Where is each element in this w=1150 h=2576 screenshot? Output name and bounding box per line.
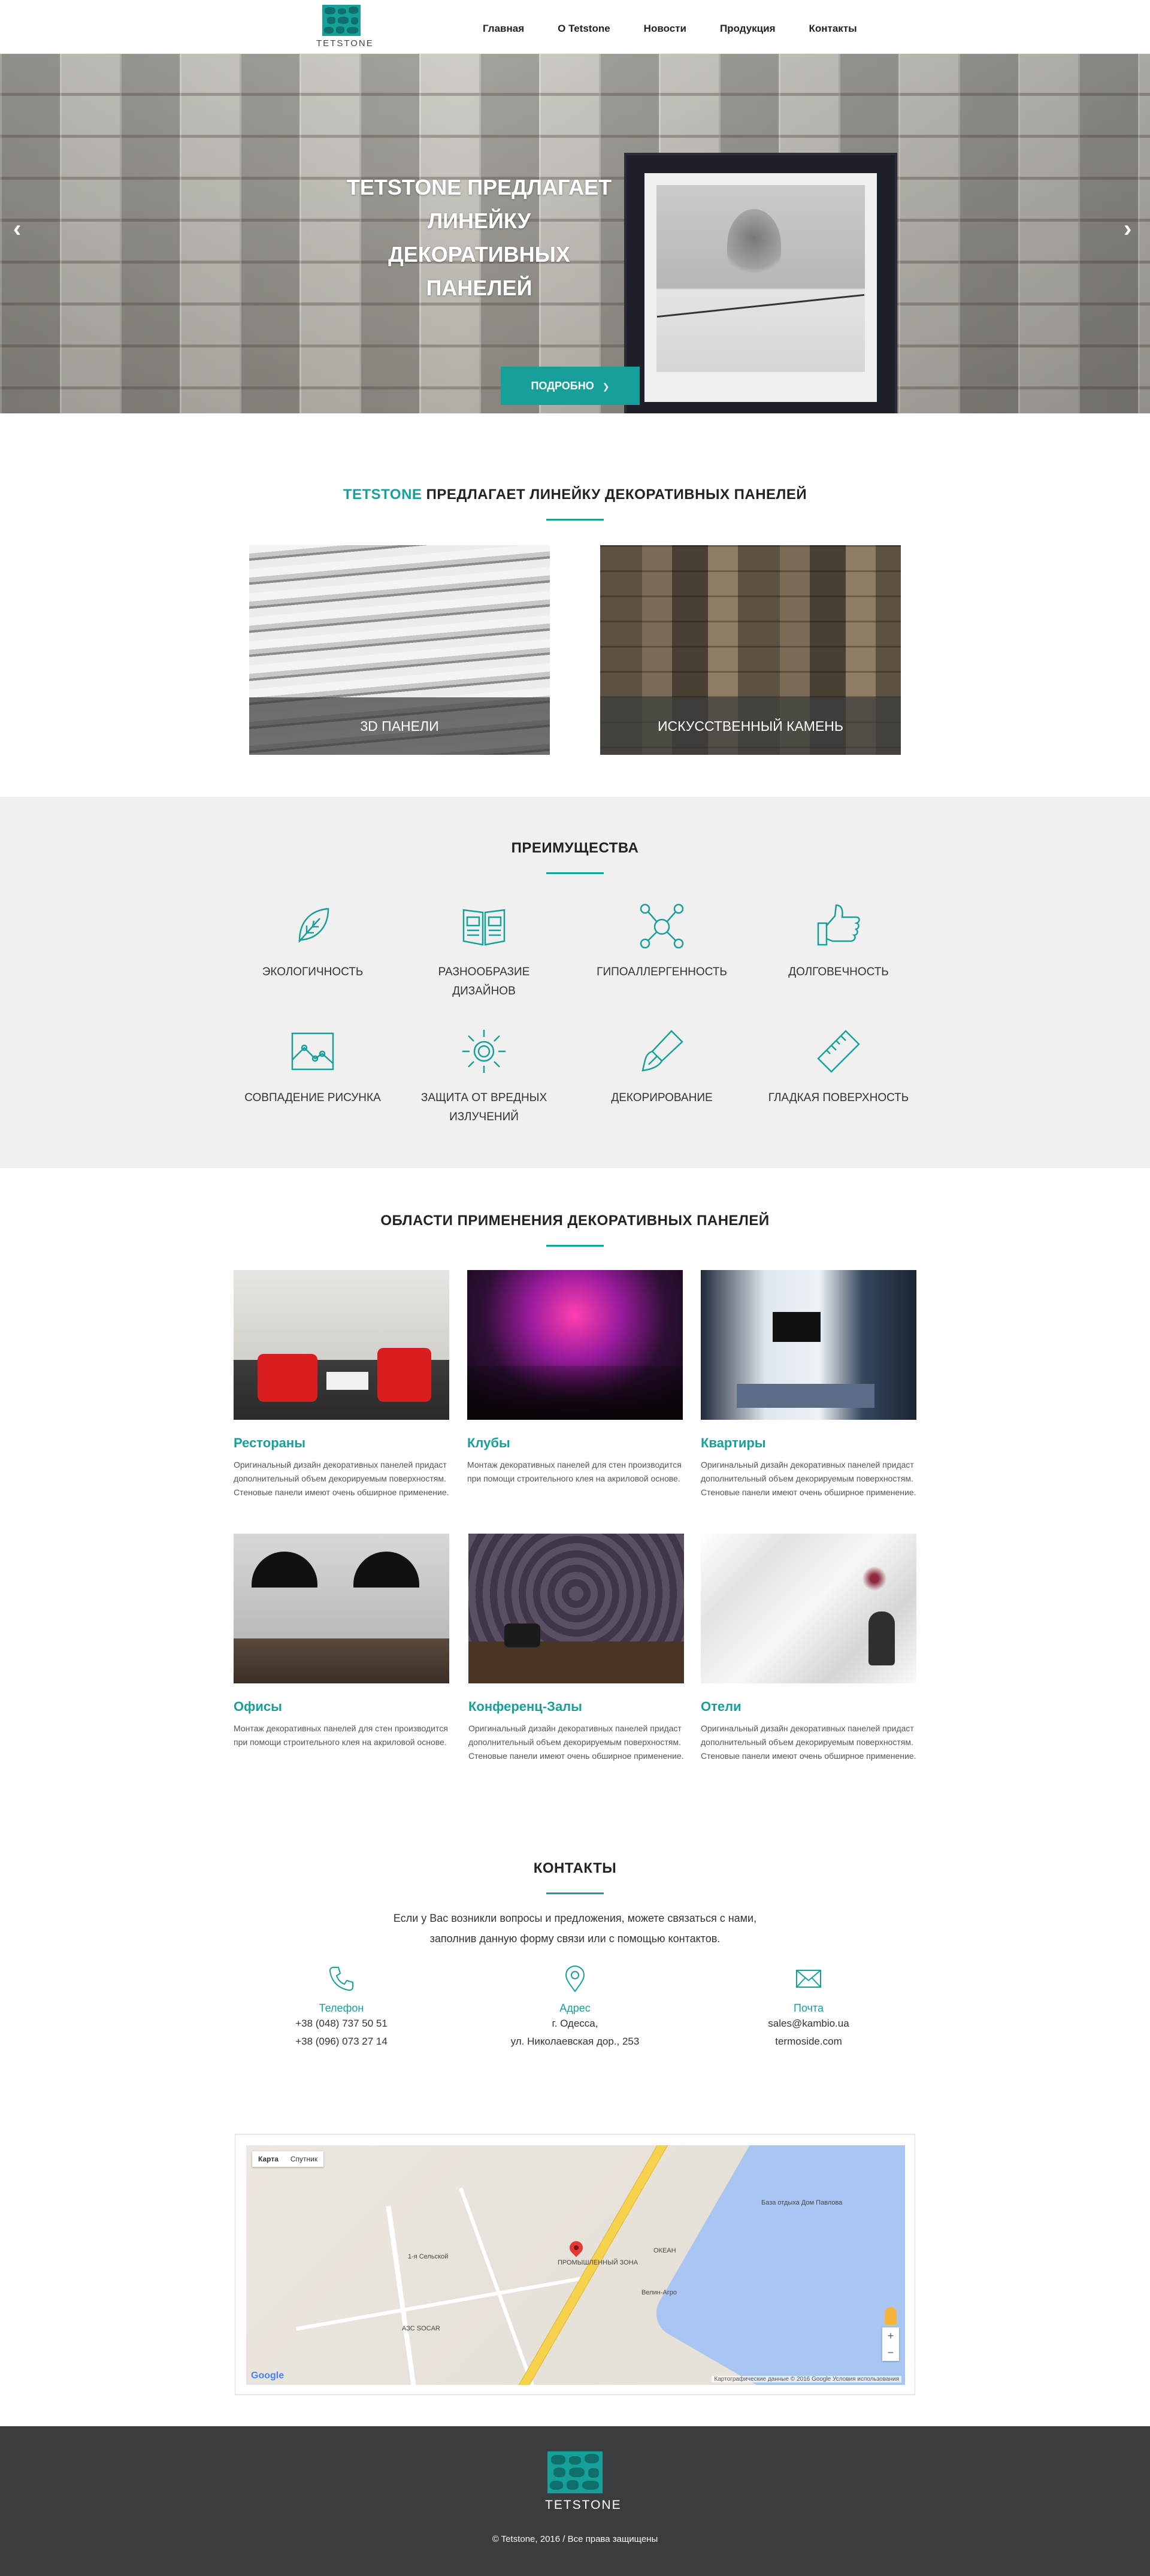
advantage-item: ЗАЩИТА ОТ ВРЕДНЫХ ИЗЛУЧЕНИЙ bbox=[406, 1027, 562, 1127]
website-link[interactable]: termoside.com bbox=[719, 2033, 898, 2051]
nav-item-products[interactable]: Продукция bbox=[720, 23, 776, 35]
application-image bbox=[234, 1270, 449, 1420]
advantages-title-divider bbox=[546, 872, 604, 874]
nav-item-home[interactable]: Главная bbox=[483, 23, 524, 35]
product-card-artificial-stone[interactable]: ИСКУССТВЕННЫЙ КАМЕНЬ bbox=[600, 545, 901, 755]
logo-mark bbox=[547, 2451, 603, 2493]
thumbs-up-icon bbox=[817, 904, 860, 946]
leaf-icon bbox=[298, 908, 329, 944]
advantage-item: ДЕКОРИРОВАНИЕ bbox=[584, 1027, 740, 1108]
slider-prev-icon[interactable]: ‹ bbox=[13, 216, 21, 243]
zoom-in-button[interactable]: + bbox=[882, 2327, 899, 2344]
ruler-icon bbox=[817, 1030, 860, 1073]
map-container: 1-я Сельской АЗС SOCAR ОКЕАН База отдыха… bbox=[235, 2134, 915, 2395]
hero-slider: TETSTONE ПРЕДЛАГАЕТ ЛИНЕЙКУ ДЕКОРАТИВНЫХ… bbox=[0, 54, 1150, 413]
footer-logo[interactable]: TETSTONE bbox=[545, 2451, 622, 2512]
advantage-item: ГИПОАЛЛЕРГЕННОСТЬ bbox=[584, 902, 740, 982]
chevron-right-icon: ❯ bbox=[602, 382, 610, 391]
nav-item-about[interactable]: О Tetstone bbox=[558, 23, 610, 35]
contacts-title-divider bbox=[546, 1892, 604, 1894]
main-nav: Главная О Tetstone Новости Продукция Кон… bbox=[483, 23, 891, 35]
application-card[interactable]: Отели Оригинальный дизайн декоративных п… bbox=[701, 1534, 916, 1763]
hero-title: TETSTONE ПРЕДЛАГАЕТ ЛИНЕЙКУ ДЕКОРАТИВНЫХ… bbox=[346, 175, 612, 300]
advantages-title: ПРЕИМУЩЕСТВА bbox=[511, 840, 639, 856]
application-text: Монтаж декоративных панелей для стен про… bbox=[467, 1460, 682, 1483]
picture-icon bbox=[291, 1032, 334, 1071]
map-type-switcher: Карта Спутник bbox=[252, 2151, 324, 2167]
logo[interactable]: TETSTONE bbox=[316, 5, 374, 50]
products-title-divider bbox=[546, 519, 604, 521]
advantage-item: ГЛАДКАЯ ПОВЕРХНОСТЬ bbox=[761, 1027, 916, 1108]
products-title: TETSTONE ПРЕДЛАГАЕТ ЛИНЕЙКУ ДЕКОРАТИВНЫХ… bbox=[343, 486, 807, 503]
advantage-item: РАЗНООБРАЗИЕ ДИЗАЙНОВ bbox=[406, 902, 562, 1001]
product-card-3d-panels[interactable]: 3D ПАНЕЛИ bbox=[249, 545, 550, 755]
street-view-pegman-icon[interactable] bbox=[885, 2307, 897, 2325]
copyright: © Tetstone, 2016 / Все права защищены bbox=[492, 2534, 658, 2544]
book-icon bbox=[462, 909, 506, 946]
application-text: Оригинальный дизайн декоративных панелей… bbox=[701, 1724, 916, 1761]
hero-more-button[interactable]: ПОДРОБНО ❯ bbox=[501, 367, 640, 405]
advantage-item: ДОЛГОВЕЧНОСТЬ bbox=[761, 902, 916, 982]
application-text: Оригинальный дизайн декоративных панелей… bbox=[468, 1724, 684, 1761]
phone-number[interactable]: +38 (048) 737 50 51 bbox=[252, 2015, 431, 2033]
application-title: Конференц-Залы bbox=[468, 1699, 582, 1714]
email-link[interactable]: sales@kambio.ua bbox=[719, 2015, 898, 2033]
applications-title: ОБЛАСТИ ПРИМЕНЕНИЯ ДЕКОРАТИВНЫХ ПАНЕЛЕЙ bbox=[380, 1213, 770, 1229]
application-title: Офисы bbox=[234, 1699, 282, 1714]
contact-phone: Телефон +38 (048) 737 50 51 +38 (096) 07… bbox=[252, 1965, 431, 2051]
phone-icon bbox=[329, 1967, 353, 1991]
contact-address: Адрес г. Одесса, ул. Николаевская дор., … bbox=[485, 1965, 665, 2051]
nav-item-news[interactable]: Новости bbox=[644, 23, 686, 35]
nav-item-contacts[interactable]: Контакты bbox=[809, 23, 857, 35]
brush-icon bbox=[641, 1030, 683, 1072]
application-text: Оригинальный дизайн декоративных панелей… bbox=[234, 1460, 449, 1497]
envelope-icon bbox=[796, 1970, 821, 1988]
application-title: Клубы bbox=[467, 1435, 510, 1450]
product-label: ИСКУССТВЕННЫЙ КАМЕНЬ bbox=[600, 697, 901, 755]
contacts-title: КОНТАКТЫ bbox=[533, 1860, 617, 1876]
application-title: Рестораны bbox=[234, 1435, 305, 1450]
phone-number[interactable]: +38 (096) 073 27 14 bbox=[252, 2033, 431, 2051]
advantages-section: ПРЕИМУЩЕСТВА ЭКОЛОГИЧНОСТЬ РАЗНООБРАЗИЕ … bbox=[0, 797, 1150, 1168]
molecule-icon bbox=[640, 903, 684, 949]
application-text: Оригинальный дизайн декоративных панелей… bbox=[701, 1460, 916, 1497]
google-logo: Google bbox=[251, 2371, 285, 2381]
site-header: TETSTONE Главная О Tetstone Новости Прод… bbox=[0, 0, 1150, 54]
contact-mail: Почта sales@kambio.ua termoside.com bbox=[719, 1965, 898, 2051]
application-image bbox=[468, 1534, 684, 1683]
map-marker-icon[interactable] bbox=[567, 2238, 586, 2257]
applications-title-divider bbox=[546, 1245, 604, 1247]
application-image bbox=[234, 1534, 449, 1683]
application-title: Квартиры bbox=[701, 1435, 766, 1450]
advantage-item: СОВПАДЕНИЕ РИСУНКА bbox=[235, 1027, 391, 1108]
map-tab-satellite[interactable]: Спутник bbox=[285, 2151, 323, 2167]
application-text: Монтаж декоративных панелей для стен про… bbox=[234, 1724, 448, 1747]
contacts-intro: Если у Вас возникли вопросы и предложени… bbox=[393, 1912, 757, 1945]
hero-picture-frame bbox=[624, 153, 897, 413]
application-card[interactable]: Квартиры Оригинальный дизайн декоративны… bbox=[701, 1270, 916, 1499]
google-map[interactable]: 1-я Сельской АЗС SOCAR ОКЕАН База отдыха… bbox=[246, 2145, 905, 2385]
application-image bbox=[701, 1534, 916, 1683]
slider-next-icon[interactable]: › bbox=[1124, 216, 1131, 243]
application-image bbox=[467, 1270, 683, 1420]
application-image bbox=[701, 1270, 916, 1420]
sun-icon bbox=[462, 1030, 506, 1073]
site-footer: TETSTONE © Tetstone, 2016 / Все права за… bbox=[0, 2426, 1150, 2576]
logo-mark bbox=[322, 5, 361, 36]
map-attribution[interactable]: Картографические данные © 2016 Google Ус… bbox=[712, 2376, 901, 2383]
product-label: 3D ПАНЕЛИ bbox=[249, 697, 550, 755]
map-pin-icon bbox=[565, 1965, 585, 1993]
map-tab-map[interactable]: Карта bbox=[252, 2151, 285, 2167]
map-zoom-controls: + − bbox=[882, 2327, 899, 2361]
logo-text: TETSTONE bbox=[316, 38, 374, 49]
zoom-out-button[interactable]: − bbox=[882, 2344, 899, 2361]
application-card[interactable]: Рестораны Оригинальный дизайн декоративн… bbox=[234, 1270, 449, 1499]
footer-logo-text: TETSTONE bbox=[545, 2498, 622, 2512]
application-card[interactable]: Клубы Монтаж декоративных панелей для ст… bbox=[467, 1270, 683, 1486]
application-title: Отели bbox=[701, 1699, 742, 1714]
application-card[interactable]: Офисы Монтаж декоративных панелей для ст… bbox=[234, 1534, 449, 1749]
application-card[interactable]: Конференц-Залы Оригинальный дизайн декор… bbox=[468, 1534, 684, 1763]
advantage-item: ЭКОЛОГИЧНОСТЬ bbox=[235, 902, 391, 982]
